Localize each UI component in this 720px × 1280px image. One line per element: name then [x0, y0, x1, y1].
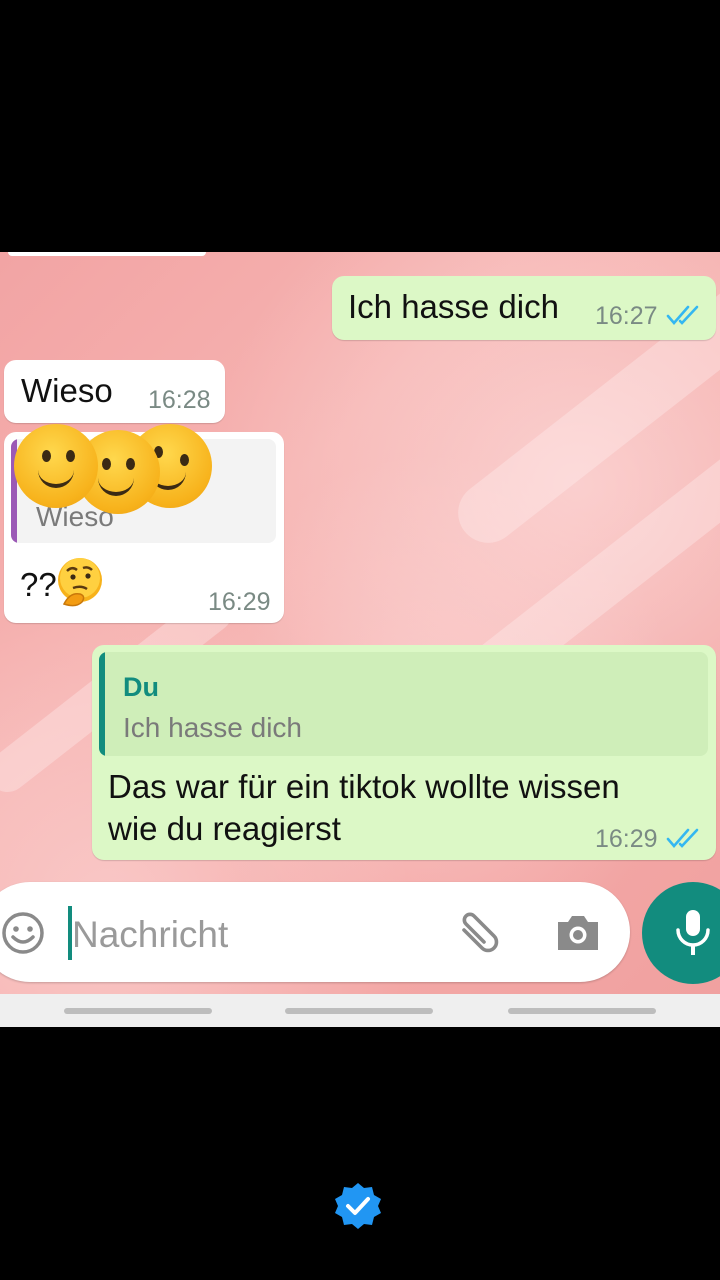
system-navigation-bar [0, 994, 720, 1027]
emoji-smile-icon[interactable] [0, 910, 46, 956]
quote-bar [99, 652, 105, 756]
message-time: 16:29 [595, 825, 658, 853]
voice-message-button[interactable] [642, 882, 720, 984]
thinking-face-emoji [58, 558, 102, 607]
quote-text: Ich hasse dich [123, 712, 302, 743]
nav-handle [64, 1008, 212, 1014]
message-text: ?? [20, 566, 57, 603]
message-text: Ich hasse dich [348, 288, 559, 325]
read-ticks-icon [666, 828, 699, 848]
message-outgoing-reply[interactable]: Du Ich hasse dich Das war für ein tiktok… [92, 645, 716, 860]
message-input[interactable]: Nachricht [72, 914, 228, 956]
message-input-bar[interactable]: Nachricht [0, 882, 630, 982]
message-time: 16:27 [595, 302, 658, 330]
smiley-face-icon [14, 424, 98, 508]
camera-icon[interactable] [554, 910, 602, 954]
quoted-message[interactable]: Du Ich hasse dich [99, 652, 708, 756]
previous-message-edge [8, 252, 206, 256]
message-time: 16:28 [148, 386, 211, 414]
message-text-line: wie du reagierst [108, 810, 341, 847]
message-incoming[interactable]: Wieso 16:28 [4, 360, 225, 423]
chat-area[interactable]: Ich hasse dich 16:27 Wieso 16:28 Wieso ?… [0, 252, 720, 1027]
microphone-icon [676, 910, 710, 955]
read-ticks-icon [666, 305, 699, 325]
message-outgoing[interactable]: Ich hasse dich 16:27 [332, 276, 716, 340]
verified-badge-icon [335, 1183, 381, 1229]
nav-handle [508, 1008, 656, 1014]
quote-author: Du [123, 672, 159, 702]
paperclip-icon[interactable] [454, 908, 504, 958]
message-text: Wieso [21, 372, 113, 409]
message-text-line: Das war für ein tiktok wollte wissen [108, 768, 620, 805]
message-time: 16:29 [208, 588, 271, 616]
nav-handle [285, 1008, 433, 1014]
